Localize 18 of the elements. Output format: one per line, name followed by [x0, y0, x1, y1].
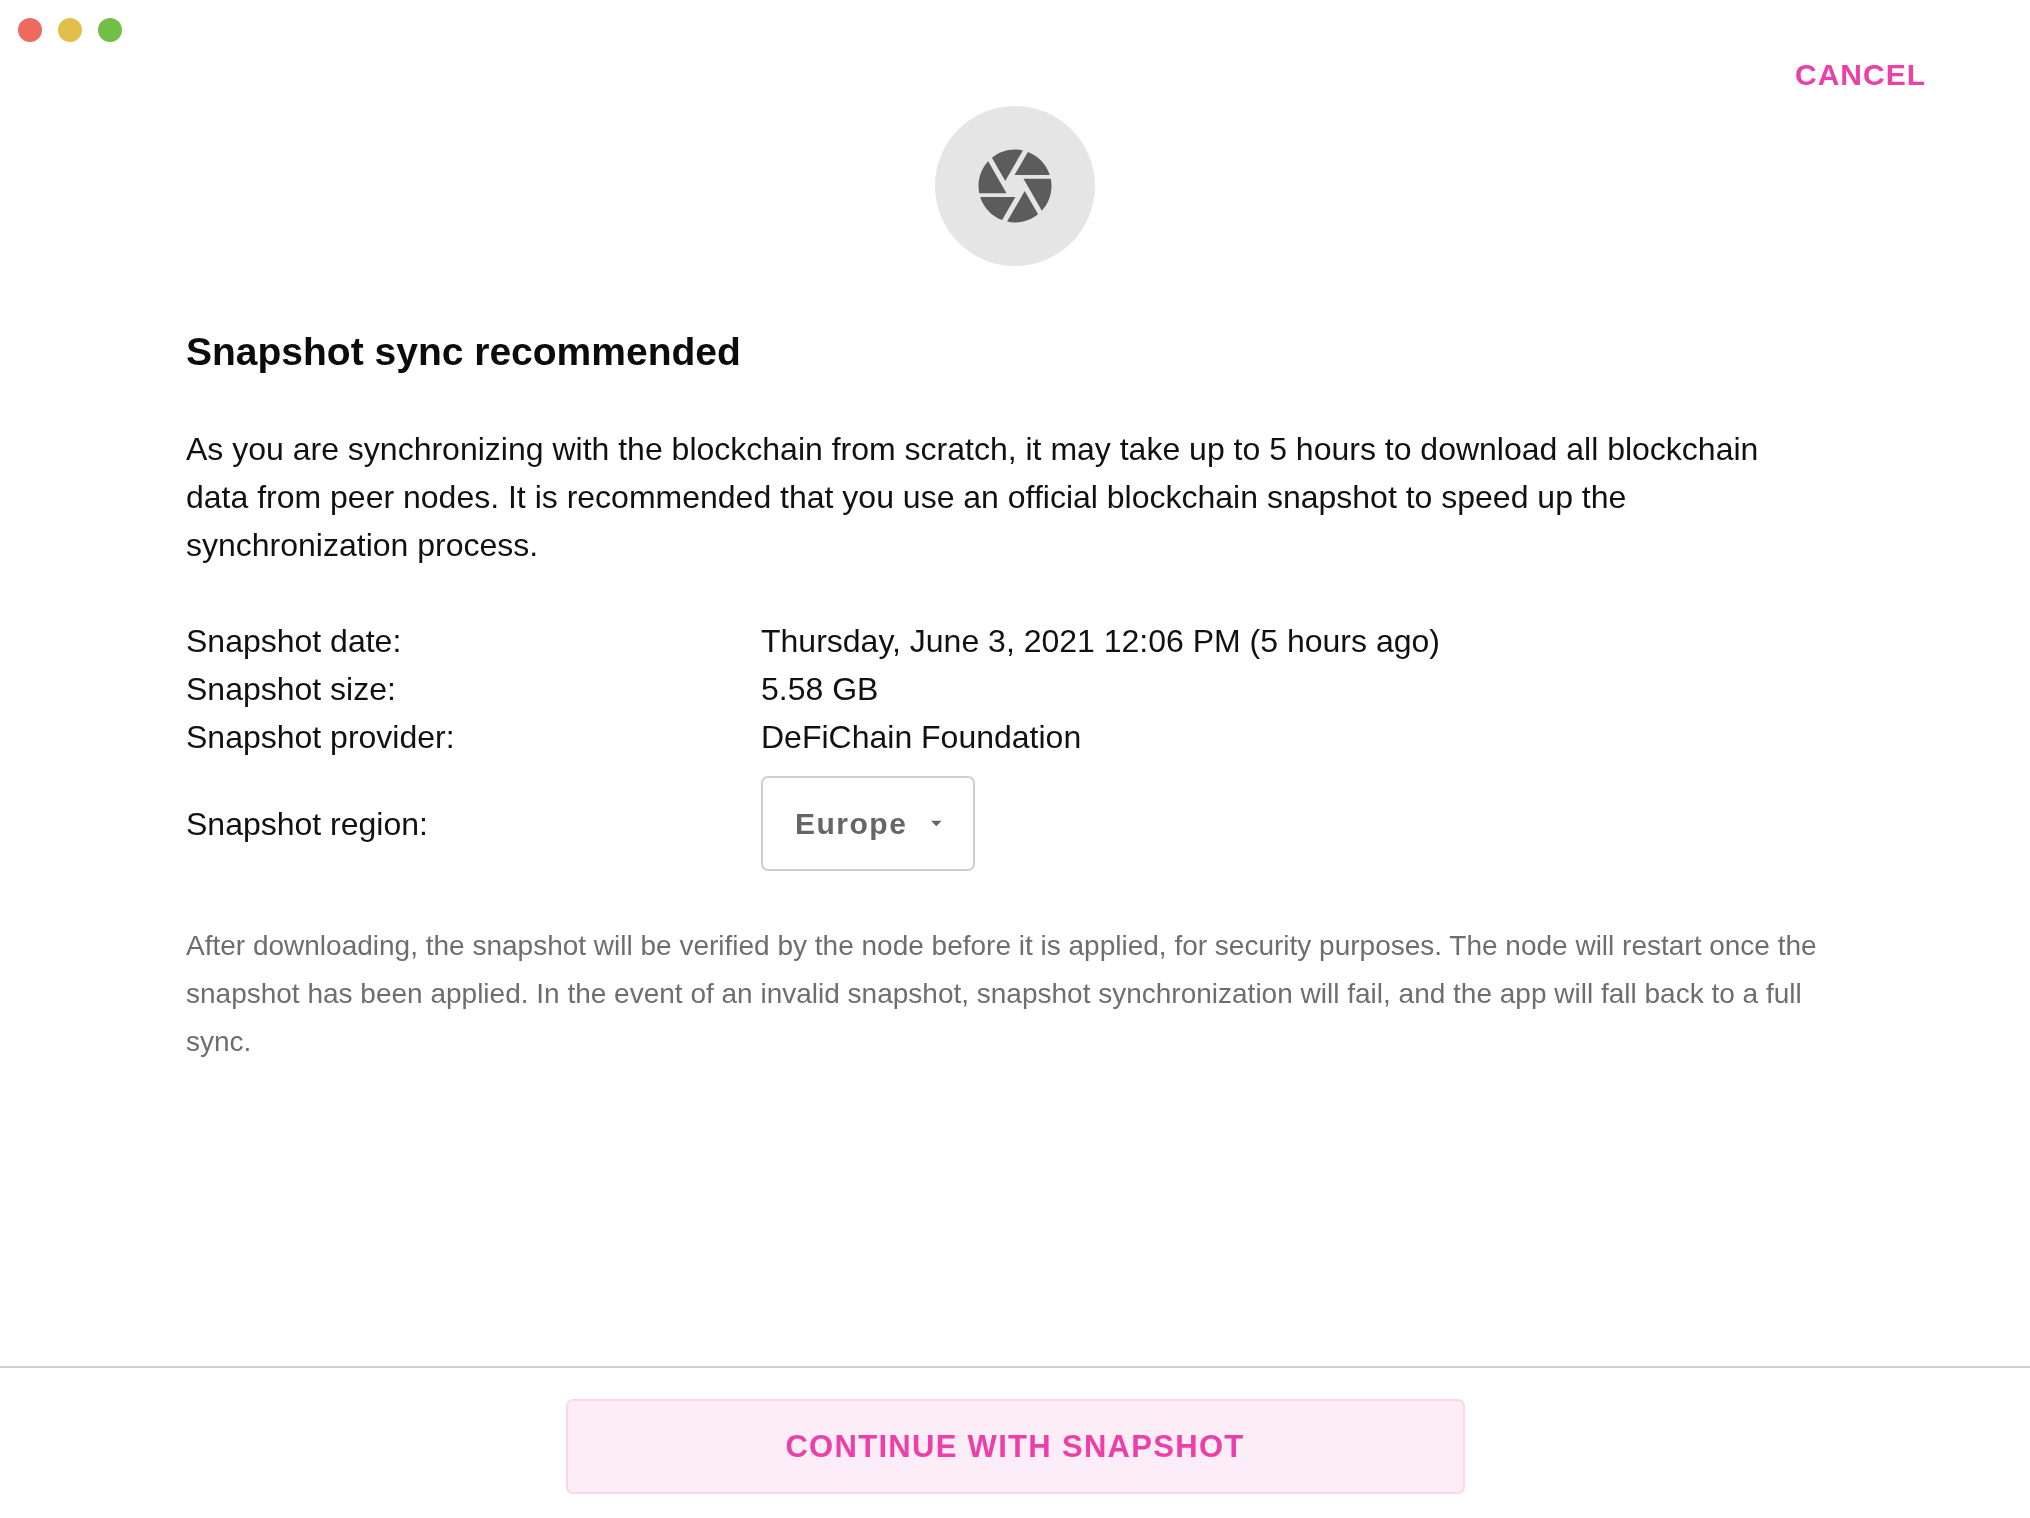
- detail-label: Snapshot size:: [186, 670, 397, 709]
- close-button[interactable]: [18, 18, 42, 42]
- detail-value: DeFiChain Foundation: [761, 718, 1083, 757]
- region-label: Snapshot region:: [186, 804, 429, 844]
- detail-value: Thursday, June 3, 2021 12:06 PM (5 hours ago): [761, 622, 1441, 661]
- zoom-button[interactable]: [98, 18, 122, 42]
- aperture-icon: [935, 106, 1095, 266]
- detail-value: 5.58 GB: [761, 670, 880, 709]
- detail-label: Snapshot date:: [186, 622, 403, 661]
- minimize-button[interactable]: [58, 18, 82, 42]
- verification-note: After downloading, the snapshot will be verified by the node before it is applied, for security purposes. The node will restart once the snapshot has been applied. In the event of an invalid snapshot, snapshot synchronization will fail, and the app will fall back to a full sync.: [186, 929, 1818, 1059]
- intro-paragraph: As you are synchronizing with the blockchain from scratch, it may take up to 5 hours to download all blockchain data from peer nodes. It is recommended that you use an official blockchain snapshot to speed up the synchronization process.: [186, 430, 1760, 565]
- cancel-button[interactable]: CANCEL: [1795, 57, 1926, 93]
- caret-icon: [931, 820, 942, 827]
- detail-label: Snapshot provider:: [186, 718, 456, 757]
- continue-button[interactable]: CONTINUE WITH SNAPSHOT: [565, 1399, 1465, 1494]
- dialog-title: Snapshot sync recommended: [186, 329, 741, 375]
- region-dropdown[interactable]: Europe: [761, 776, 975, 871]
